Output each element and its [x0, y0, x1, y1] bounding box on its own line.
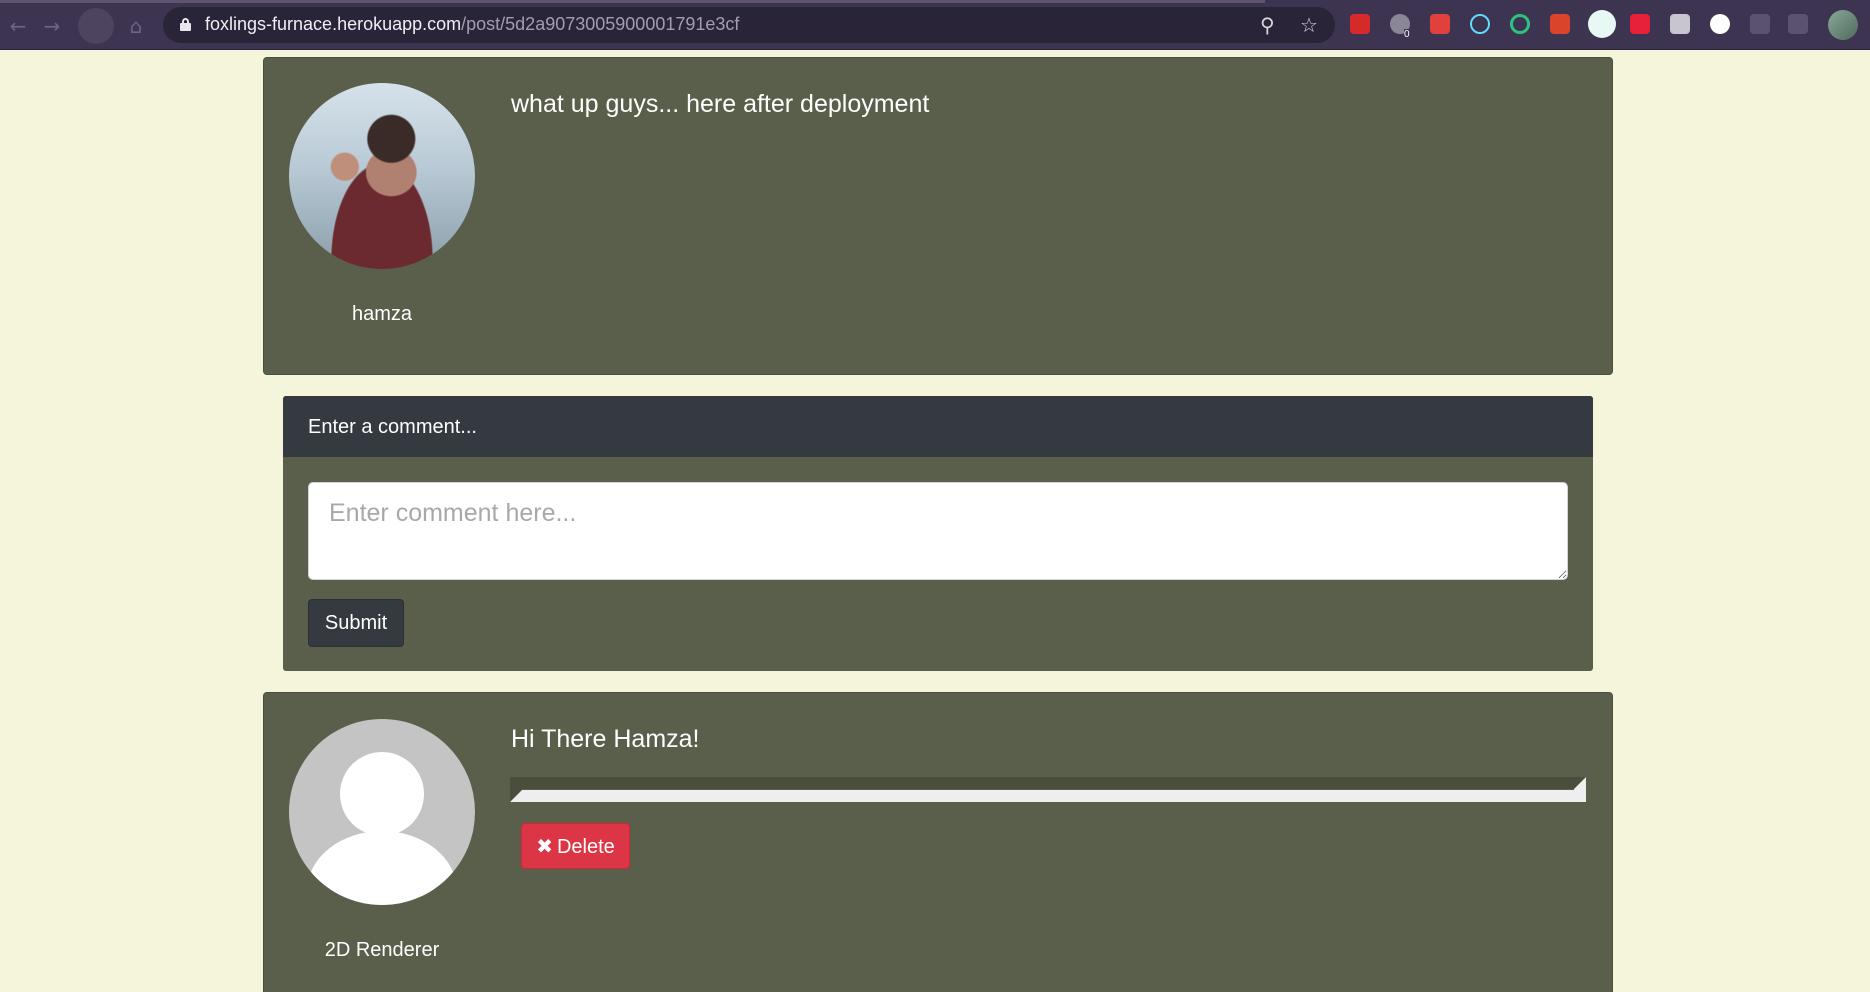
extension-p-icon[interactable] — [1550, 14, 1570, 34]
comment-card: 2D Renderer Hi There Hamza! ✖ Delete — [263, 692, 1613, 992]
extension-red-icon[interactable] — [1430, 14, 1450, 34]
post-card: hamza what up guys... here after deploym… — [263, 57, 1613, 375]
comment-input[interactable] — [308, 482, 1568, 580]
comment-author-name: 2D Renderer — [324, 939, 440, 961]
reload-icon[interactable] — [78, 8, 114, 44]
tab-strip-edge — [0, 0, 1265, 3]
address-bar-url[interactable]: foxlings-furnace.herokuapp.com/post/5d2a… — [205, 14, 739, 35]
browser-toolbar: ← → ⌂ foxlings-furnace.herokuapp.com/pos… — [0, 0, 1870, 50]
arrow-left-icon[interactable]: ← — [4, 12, 32, 40]
post-text: what up guys... here after deployment — [511, 90, 930, 118]
author-avatar — [289, 83, 475, 269]
comment-form-title: Enter a comment... — [308, 416, 477, 438]
extension-green-icon[interactable] — [1510, 14, 1530, 34]
delete-button[interactable]: ✖ Delete — [521, 823, 630, 869]
home-icon[interactable]: ⌂ — [122, 12, 150, 40]
comment-form: Enter a comment... Submit — [283, 396, 1593, 671]
avatar-shoulders — [307, 831, 457, 905]
x-icon: ✖ — [536, 833, 553, 858]
lock-icon[interactable] — [180, 18, 191, 31]
extension-bookmark-icon[interactable] — [1630, 14, 1650, 34]
react-devtools-icon[interactable] — [1470, 14, 1490, 34]
comment-form-header: Enter a comment... — [283, 396, 1593, 457]
puzzle-icon[interactable] — [1750, 14, 1770, 34]
extension-badge: 0 — [1404, 29, 1410, 40]
post-author-name: hamza — [351, 303, 413, 325]
delete-label: Delete — [556, 835, 615, 858]
avatar-head — [340, 752, 424, 836]
url-path: /post/5d2a9073005900001791e3cf — [461, 14, 740, 34]
star-icon[interactable]: ☆ — [1300, 13, 1318, 37]
extension-active-icon[interactable] — [1588, 10, 1616, 38]
divider — [510, 777, 1586, 802]
extension-printer-icon[interactable] — [1670, 14, 1690, 34]
arrow-right-icon[interactable]: → — [38, 12, 66, 40]
profile-avatar[interactable] — [1828, 10, 1858, 40]
default-avatar-icon — [289, 719, 475, 905]
submit-button[interactable]: Submit — [308, 599, 404, 647]
comment-text: Hi There Hamza! — [511, 725, 700, 753]
key-icon[interactable]: ⚲ — [1260, 13, 1275, 37]
extension-lock-icon[interactable] — [1350, 14, 1370, 34]
url-domain: foxlings-furnace.herokuapp.com — [205, 14, 462, 34]
reading-list-icon[interactable] — [1788, 14, 1808, 34]
github-icon[interactable] — [1710, 14, 1730, 34]
